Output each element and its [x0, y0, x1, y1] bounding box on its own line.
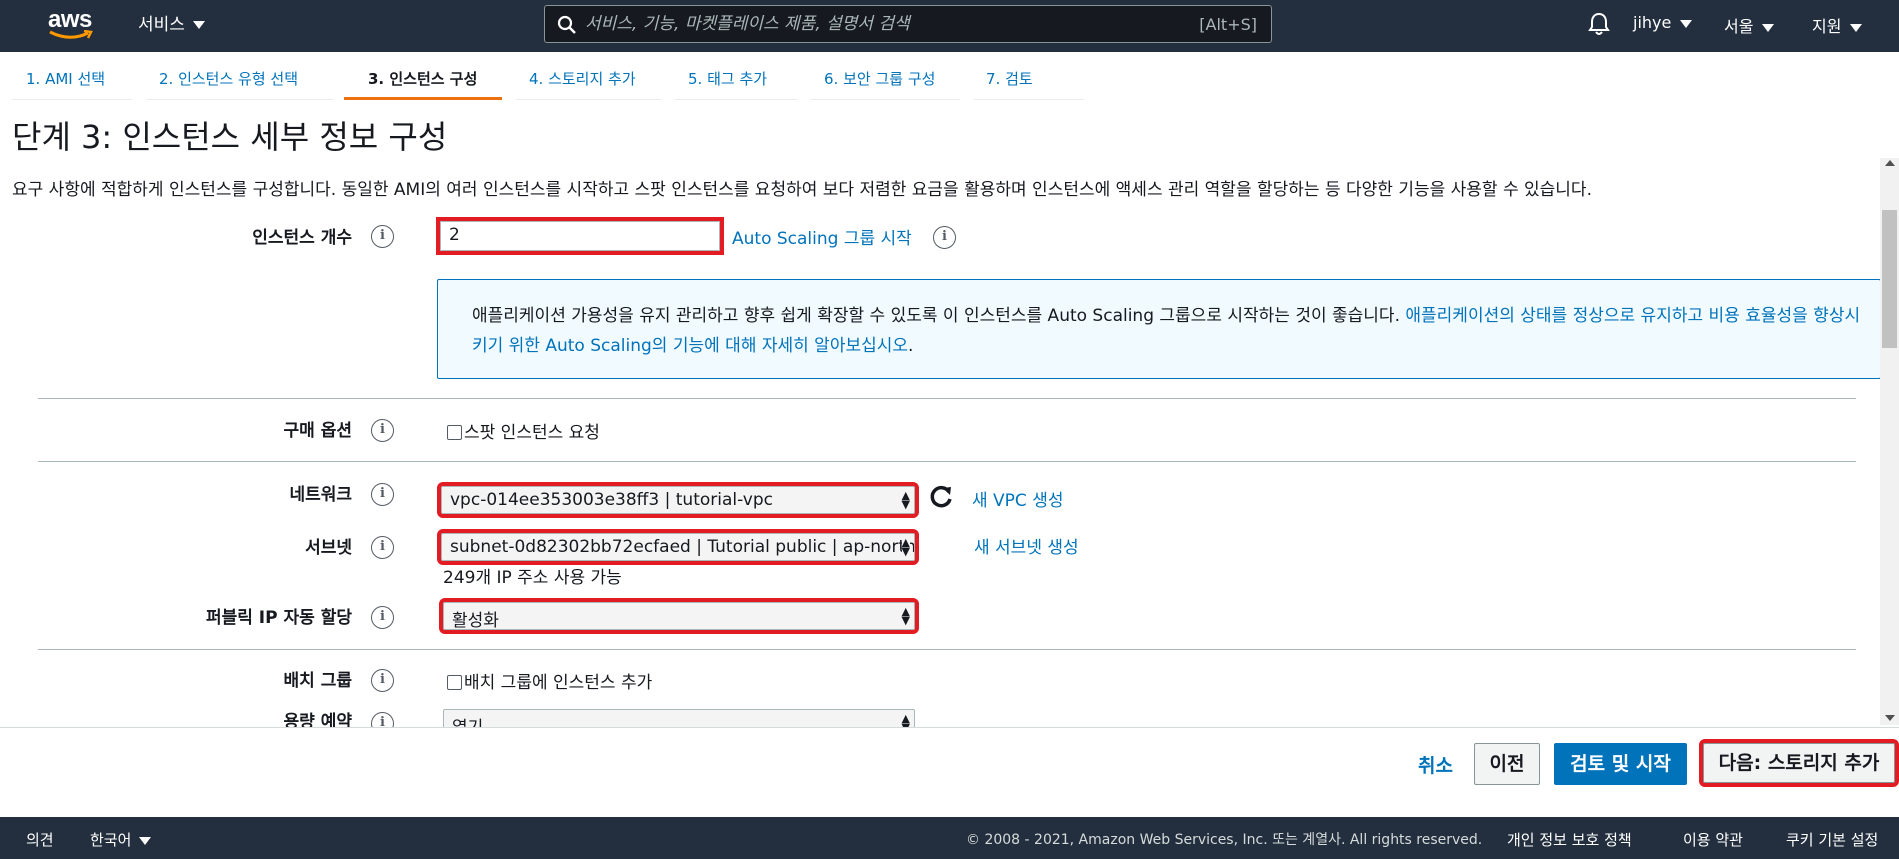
content-scrollbar[interactable]: [1880, 158, 1899, 725]
placement-group-checkbox[interactable]: [447, 675, 462, 690]
scroll-down-arrow-icon[interactable]: [1885, 715, 1895, 721]
autoscaling-info-box: 애플리케이션 가용성을 유지 관리하고 향후 쉽게 확장할 수 있도록 이 인스…: [437, 279, 1881, 379]
network-label: 네트워크: [289, 485, 352, 505]
autoscaling-info-text: 애플리케이션 가용성을 유지 관리하고 향후 쉽게 확장할 수 있도록 이 인스…: [472, 301, 1862, 361]
tab-configure-security-group[interactable]: 6. 보안 그룹 구성: [810, 62, 960, 100]
tab-add-storage[interactable]: 4. 스토리지 추가: [516, 62, 661, 100]
placement-group-checkbox-label: 배치 그룹에 인스턴스 추가: [464, 673, 653, 693]
autoscaling-group-link[interactable]: Auto Scaling 그룹 시작: [732, 224, 912, 249]
info-icon[interactable]: i: [371, 712, 394, 727]
info-icon[interactable]: i: [371, 225, 394, 248]
info-icon[interactable]: i: [371, 536, 394, 559]
caret-down-icon: [1680, 19, 1693, 28]
subnet-select-value: subnet-0d82302bb72ecfaed | Tutorial publ…: [450, 537, 915, 557]
divider: [38, 461, 1856, 462]
scrollbar-thumb[interactable]: [1882, 210, 1897, 348]
copyright-text: © 2008 - 2021, Amazon Web Services, Inc.…: [966, 832, 1483, 848]
instance-count-input[interactable]: 2: [436, 217, 724, 255]
caret-down-icon: [1762, 23, 1775, 32]
top-navigation: aws 서비스 [Alt+S] jihye 서울 지원: [0, 0, 1899, 52]
placement-group-option[interactable]: 배치 그룹에 인스턴스 추가: [447, 668, 652, 693]
services-label: 서비스: [138, 15, 185, 35]
language-menu[interactable]: 한국어: [90, 829, 152, 850]
subnet-label: 서브넷: [305, 538, 352, 558]
network-select-value: vpc-014ee353003e38ff3 | tutorial-vpc: [450, 490, 773, 510]
auto-assign-public-ip-select[interactable]: 활성화 ▲ ▼: [439, 598, 919, 634]
tab-choose-instance-type[interactable]: 2. 인스턴스 유형 선택: [146, 62, 334, 100]
spot-instance-option[interactable]: 스팟 인스턴스 요청: [447, 418, 600, 443]
select-arrows-icon: ▲▼: [901, 536, 910, 558]
info-icon[interactable]: i: [371, 606, 394, 629]
feedback-link[interactable]: 의견: [26, 829, 54, 850]
select-arrows-icon: ▲▼: [901, 605, 910, 627]
next-add-storage-button[interactable]: 다음: 스토리지 추가: [1699, 739, 1899, 787]
subnet-select[interactable]: subnet-0d82302bb72ecfaed | Tutorial publ…: [437, 529, 919, 565]
search-input[interactable]: [585, 10, 1145, 38]
instance-count-label: 인스턴스 개수: [252, 228, 352, 248]
tab-choose-ami[interactable]: 1. AMI 선택: [12, 62, 132, 100]
caret-down-icon: [1850, 23, 1863, 32]
auto-assign-public-ip-value: 활성화: [452, 611, 499, 630]
search-box[interactable]: [Alt+S]: [544, 5, 1272, 43]
region-name: 서울: [1724, 17, 1754, 36]
info-icon[interactable]: i: [371, 419, 394, 442]
info-period: .: [908, 336, 914, 356]
info-icon[interactable]: i: [371, 669, 394, 692]
review-and-launch-button[interactable]: 검토 및 시작: [1554, 743, 1687, 785]
cookie-preferences-link[interactable]: 쿠키 기본 설정: [1786, 829, 1878, 850]
user-name: jihye: [1633, 13, 1672, 32]
capacity-reservation-value: 열기: [452, 718, 483, 727]
scroll-up-arrow-icon[interactable]: [1885, 160, 1895, 166]
region-menu[interactable]: 서울: [1724, 13, 1775, 37]
terms-link[interactable]: 이용 약관: [1683, 829, 1743, 850]
tab-review[interactable]: 7. 검토: [974, 62, 1084, 100]
info-text: 애플리케이션 가용성을 유지 관리하고 향후 쉽게 확장할 수 있도록 이 인스…: [472, 306, 1406, 326]
placement-group-label: 배치 그룹: [283, 671, 352, 691]
divider: [38, 398, 1856, 399]
divider: [38, 649, 1856, 650]
search-shortcut-hint: [Alt+S]: [1199, 15, 1257, 34]
caret-down-icon: [139, 836, 152, 845]
spot-instance-checkbox[interactable]: [447, 425, 462, 440]
tab-add-tags[interactable]: 5. 태그 추가: [675, 62, 798, 100]
purchase-option-label: 구매 옵션: [283, 421, 352, 441]
select-arrows-icon: ▲▼: [901, 489, 910, 511]
search-icon: [557, 15, 576, 34]
services-menu[interactable]: 서비스: [138, 10, 205, 35]
capacity-reservation-label: 용량 예약: [283, 712, 352, 727]
page-title: 단계 3: 인스턴스 세부 정보 구성: [12, 118, 448, 156]
bell-icon[interactable]: [1588, 12, 1610, 36]
create-new-subnet-link[interactable]: 새 서브넷 생성: [974, 533, 1079, 558]
info-icon[interactable]: i: [371, 483, 394, 506]
auto-assign-public-ip-label: 퍼블릭 IP 자동 할당: [205, 608, 352, 628]
caret-down-icon: [192, 21, 205, 29]
refresh-icon[interactable]: [928, 484, 954, 510]
action-bar-divider: [0, 727, 1899, 728]
support-label: 지원: [1812, 17, 1842, 36]
cancel-button[interactable]: 취소: [1418, 751, 1453, 778]
aws-smile-icon: [49, 30, 93, 39]
user-menu[interactable]: jihye: [1633, 13, 1693, 32]
info-icon[interactable]: i: [933, 226, 956, 249]
language-label: 한국어: [90, 831, 132, 849]
page-description: 요구 사항에 적합하게 인스턴스를 구성합니다. 동일한 AMI의 여러 인스턴…: [12, 180, 1592, 200]
capacity-reservation-select[interactable]: 열기 ▲▼: [443, 709, 915, 727]
previous-button[interactable]: 이전: [1474, 743, 1540, 785]
scroll-clip-area: 용량 예약 i 열기 ▲▼: [0, 700, 1880, 727]
create-new-vpc-link[interactable]: 새 VPC 생성: [972, 486, 1063, 511]
privacy-policy-link[interactable]: 개인 정보 보호 정책: [1507, 829, 1632, 850]
footer: 의견 한국어 © 2008 - 2021, Amazon Web Service…: [0, 817, 1899, 859]
spot-instance-checkbox-label: 스팟 인스턴스 요청: [464, 423, 600, 443]
network-select[interactable]: vpc-014ee353003e38ff3 | tutorial-vpc ▲ ▼: [437, 482, 919, 518]
aws-logo[interactable]: aws: [48, 6, 94, 40]
tab-configure-instance[interactable]: 3. 인스턴스 구성: [344, 62, 502, 100]
support-menu[interactable]: 지원: [1812, 13, 1863, 37]
available-ip-count: 249개 IP 주소 사용 가능: [443, 568, 622, 588]
select-arrows-icon: ▲▼: [901, 712, 910, 727]
